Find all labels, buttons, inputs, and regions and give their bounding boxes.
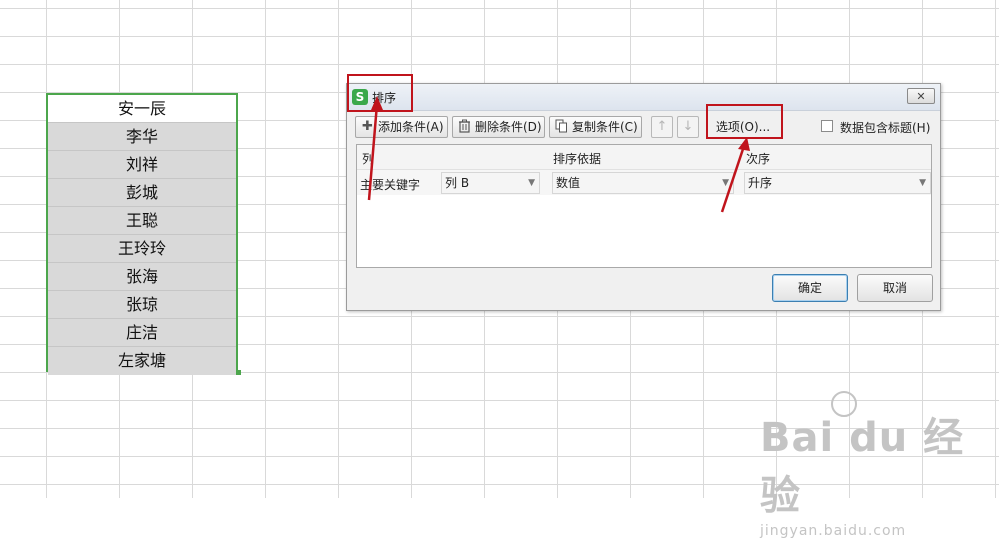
watermark-main: Bai du 经验 xyxy=(760,415,965,519)
annotation-arrowhead xyxy=(371,96,383,110)
paw-icon xyxy=(831,391,857,417)
annotation-arrowhead xyxy=(738,137,750,151)
watermark-url: jingyan.baidu.com xyxy=(760,523,907,539)
baidu-watermark: Bai du 经验 jingyan.baidu.com xyxy=(760,391,999,539)
annotation-arrow xyxy=(720,145,746,213)
annotation-arrow xyxy=(367,103,379,201)
